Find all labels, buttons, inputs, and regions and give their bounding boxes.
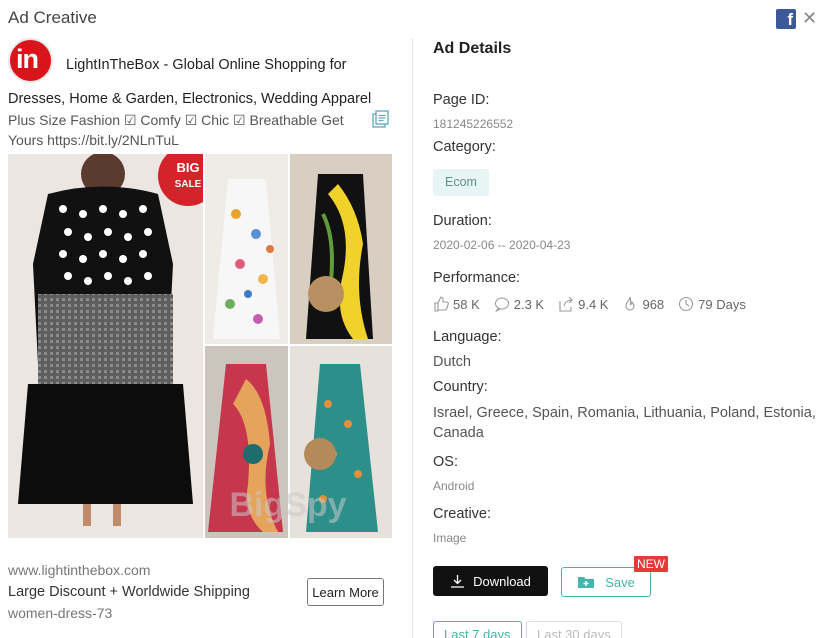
performance-label: Performance: <box>433 270 521 286</box>
ad-text: Plus Size Fashion ☑ Comfy ☑ Chic ☑ Breat… <box>8 112 344 148</box>
likes-stat: 58 K <box>433 296 480 312</box>
comments-stat: 2.3 K <box>494 296 544 312</box>
days-value: 79 Days <box>698 296 746 312</box>
close-icon[interactable]: ✕ <box>802 8 817 29</box>
page-id-value[interactable]: 181245226552 <box>433 117 513 131</box>
duration-label: Duration: <box>433 213 492 229</box>
creative-label: Creative: <box>433 506 492 522</box>
tab-last-30-days[interactable]: Last 30 days <box>526 621 622 638</box>
comments-value: 2.3 K <box>513 296 545 312</box>
duration-value: 2020-02-06 -- 2020-04-23 <box>433 238 571 252</box>
likes-value: 58 K <box>453 296 480 312</box>
download-icon <box>451 575 465 588</box>
clock-icon <box>679 296 694 312</box>
language-value: Dutch <box>433 354 471 370</box>
ad-headline: Large Discount + Worldwide Shipping <box>8 584 250 600</box>
country-label: Country: <box>433 379 488 395</box>
hot-value: 968 <box>642 296 665 312</box>
days-stat: 79 Days <box>678 296 746 312</box>
watermark: BigSpy <box>229 486 346 524</box>
language-label: Language: <box>433 329 502 345</box>
shares-stat: 9.4 K <box>558 296 608 312</box>
country-value: Israel, Greece, Spain, Romania, Lithuani… <box>433 405 816 441</box>
category-label: Category: <box>433 139 496 155</box>
download-label: Download <box>473 573 531 589</box>
os-label: OS: <box>433 454 458 470</box>
advertiser-name[interactable]: LightInTheBox - Global Online Shopping f… <box>8 48 394 116</box>
creative-collage: BIG SALE BigSpy <box>8 154 392 538</box>
download-button[interactable]: Download <box>433 566 548 596</box>
facebook-icon: f <box>776 9 796 29</box>
svg-text:SALE: SALE <box>175 179 202 190</box>
creative-value: Image <box>433 531 467 545</box>
learn-more-button[interactable]: Learn More <box>307 578 384 606</box>
comment-icon <box>494 297 509 312</box>
hot-stat: 968 <box>622 296 664 312</box>
category-badge: Ecom <box>433 169 489 196</box>
flame-icon <box>625 296 636 311</box>
thumbs-up-icon <box>434 296 449 312</box>
new-badge: NEW <box>634 556 668 572</box>
share-icon <box>559 296 573 312</box>
copy-icon[interactable] <box>372 110 390 128</box>
save-label: Save <box>605 574 635 590</box>
svg-text:BIG: BIG <box>176 160 199 175</box>
folder-plus-icon <box>578 577 595 588</box>
page-id-label: Page ID: <box>433 92 490 108</box>
os-value: Android <box>433 479 475 493</box>
ad-slug: women-dress-73 <box>8 605 113 621</box>
tab-last-7-days[interactable]: Last 7 days <box>433 621 522 638</box>
column-divider <box>412 38 413 638</box>
details-title: Ad Details <box>433 40 512 57</box>
performance-stats: 58 K 2.3 K 9.4 K 968 79 Days <box>433 296 752 312</box>
ad-creative-image[interactable]: BIG SALE BigSpy <box>8 154 392 538</box>
site-url[interactable]: www.lightinthebox.com <box>8 562 150 578</box>
shares-value: 9.4 K <box>578 296 609 312</box>
modal-title: Ad Creative <box>8 8 97 27</box>
